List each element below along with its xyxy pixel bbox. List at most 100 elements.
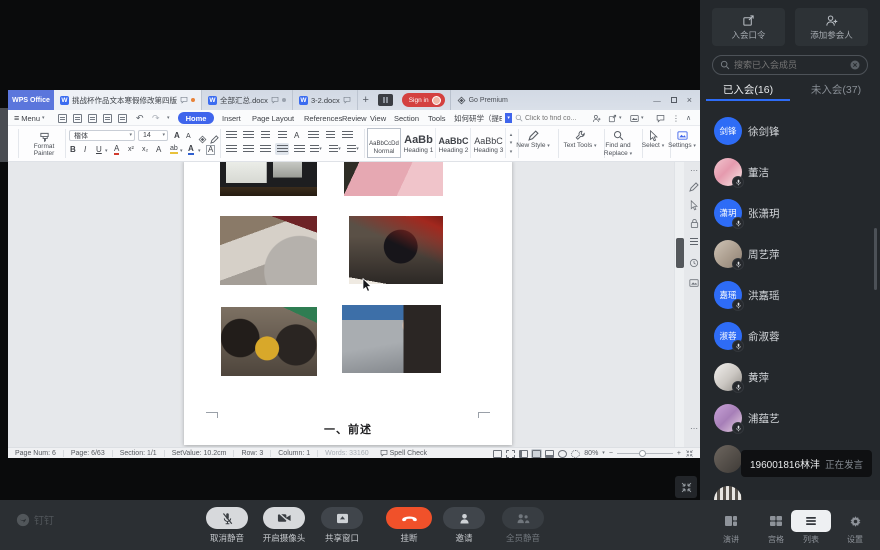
line-spacing-icon[interactable]: ▾ xyxy=(309,143,323,155)
show-marks-icon[interactable] xyxy=(323,129,337,141)
comment-panel-icon[interactable] xyxy=(656,110,665,126)
numbering-icon[interactable] xyxy=(241,129,255,141)
share-person-icon[interactable] xyxy=(592,110,601,126)
unmute-button[interactable]: 取消静音 xyxy=(197,507,257,544)
minimize-button[interactable]: — xyxy=(653,96,661,105)
eye-protect-icon[interactable] xyxy=(571,450,580,458)
tab-review[interactable]: Review xyxy=(342,110,367,126)
participant-row[interactable]: 董洁 xyxy=(700,155,880,196)
zoom-in-button[interactable]: + xyxy=(677,450,681,457)
history-icon[interactable]: ▾ xyxy=(630,110,644,126)
sort-icon[interactable] xyxy=(306,129,320,141)
view-list-button[interactable]: 列表 xyxy=(791,510,831,545)
document-scrollbar[interactable] xyxy=(674,162,684,447)
tab-page-layout[interactable]: Page Layout xyxy=(252,110,294,126)
export-icon[interactable] xyxy=(103,110,112,126)
strike-button[interactable]: A xyxy=(114,145,119,155)
add-participant-button[interactable]: 添加参会人 xyxy=(795,8,868,46)
char-shading-button[interactable]: A xyxy=(206,145,215,155)
sidebar-edit-icon[interactable] xyxy=(687,182,700,192)
page-thumb-icon[interactable] xyxy=(493,450,502,458)
tab-references[interactable]: References xyxy=(304,110,342,126)
find-command-search[interactable] xyxy=(515,110,595,126)
sidebar-history-icon[interactable] xyxy=(687,258,700,268)
align-right-icon[interactable] xyxy=(258,143,272,155)
participant-row[interactable] xyxy=(700,483,880,500)
clear-search-icon[interactable] xyxy=(850,60,860,70)
more-menu-icon[interactable]: ⋮ xyxy=(672,110,680,126)
doc-tab-3[interactable]: W 3-2.docx xyxy=(293,90,358,110)
participant-search[interactable] xyxy=(712,55,868,75)
font-name-select[interactable]: 楷体▾ xyxy=(69,130,135,141)
justify-icon[interactable] xyxy=(275,143,289,155)
decrease-indent-icon[interactable] xyxy=(258,129,272,141)
tab-not-joined[interactable]: 未入会(37) xyxy=(796,82,876,97)
collapse-ribbon-icon[interactable]: ∧ xyxy=(686,110,691,126)
new-tab-button[interactable]: + xyxy=(358,90,374,110)
tab-home[interactable]: Home xyxy=(178,112,214,124)
participant-row[interactable]: 浦蕴艺 xyxy=(700,401,880,442)
increase-indent-icon[interactable] xyxy=(275,129,289,141)
zoom-level[interactable]: 80% xyxy=(584,450,598,457)
bullets-icon[interactable] xyxy=(224,129,238,141)
participant-row[interactable]: 剑锋 徐剑锋 xyxy=(700,114,880,155)
share-window-button[interactable]: 共享窗口 xyxy=(312,507,372,544)
restore-button[interactable] xyxy=(671,97,677,103)
save-icon[interactable] xyxy=(73,110,82,126)
tab-section[interactable]: Section xyxy=(394,110,419,126)
superscript-button[interactable]: x² xyxy=(128,146,134,153)
quickbar-caret-icon[interactable]: ▾ xyxy=(167,110,170,126)
document-workspace[interactable]: 一、前述 ⋯ ⋯ xyxy=(8,162,700,447)
participant-row[interactable]: 黄萍 xyxy=(700,360,880,401)
sidebar-more-icon[interactable]: ⋯ xyxy=(687,166,700,175)
tab-custom-doc[interactable]: 如何研学（提E-S▾ xyxy=(454,110,512,126)
shading-icon[interactable]: ▾ xyxy=(328,143,342,155)
style-heading2[interactable]: AaBbC Heading 2 xyxy=(437,128,471,158)
hangup-button[interactable]: 挂断 xyxy=(379,507,439,544)
align-left-icon[interactable] xyxy=(224,143,238,155)
wipe-format-button[interactable]: A xyxy=(156,146,161,154)
grow-font-button[interactable]: A xyxy=(174,132,180,140)
tab-joined[interactable]: 已入会(16) xyxy=(708,82,788,97)
view-speaker-button[interactable]: 演讲 xyxy=(710,510,752,545)
doc-tab-1[interactable]: W 挑战杯作品文本寒假修改第四版 xyxy=(54,90,202,110)
font-color-button[interactable]: A xyxy=(188,145,194,155)
style-heading3[interactable]: AaBbC Heading 3 xyxy=(472,128,506,158)
mute-all-button[interactable]: 全员静音 xyxy=(493,507,553,544)
sign-in-button[interactable]: Sign in xyxy=(402,93,445,107)
reader-mode-icon[interactable] xyxy=(558,450,567,458)
go-premium-button[interactable]: Go Premium xyxy=(450,90,514,110)
doc-tab-2[interactable]: W 全部汇总.docx xyxy=(202,90,293,110)
page-view-icon[interactable] xyxy=(532,450,541,458)
style-heading1[interactable]: AaBb Heading 1 xyxy=(402,128,436,158)
open-icon[interactable] xyxy=(58,110,67,126)
participant-row[interactable]: 周艺萍 xyxy=(700,237,880,278)
settings-button[interactable]: Settings ▾ xyxy=(660,129,700,150)
sidebar-image-icon[interactable] xyxy=(687,278,700,288)
settings-button-dock[interactable]: 设置 xyxy=(834,510,876,545)
participant-row[interactable]: 淑蓉 俞淑蓉 xyxy=(700,319,880,360)
align-center-icon[interactable] xyxy=(241,143,255,155)
highlight-button[interactable]: ab xyxy=(170,145,178,154)
tab-insert[interactable]: Insert xyxy=(222,110,241,126)
wps-office-button[interactable]: WPS Office xyxy=(8,90,54,110)
sidebar-outline-icon[interactable] xyxy=(687,238,700,247)
sidebar-bottom-more-icon[interactable]: ⋯ xyxy=(687,424,700,433)
char-scale-button[interactable]: A xyxy=(294,132,299,140)
document-page[interactable]: 一、前述 xyxy=(184,162,512,445)
zoom-slider[interactable] xyxy=(617,453,673,454)
close-button[interactable]: × xyxy=(687,95,692,105)
preview-icon[interactable] xyxy=(118,110,127,126)
bold-button[interactable]: B xyxy=(70,146,76,154)
scrollbar-thumb[interactable] xyxy=(676,238,684,268)
borders-icon[interactable]: ▾ xyxy=(346,143,360,155)
share-doc-icon[interactable]: ▾ xyxy=(608,110,622,126)
new-style-button[interactable]: New Style ▾ xyxy=(511,129,555,150)
subscript-button[interactable]: x₂ xyxy=(142,146,148,153)
shrink-font-button[interactable]: A xyxy=(186,133,191,140)
camera-on-button[interactable]: 开启摄像头 xyxy=(254,507,314,544)
undo-icon[interactable]: ↶ xyxy=(136,110,144,126)
style-normal[interactable]: AaBbCcDd Normal xyxy=(367,128,401,158)
table-icon[interactable] xyxy=(340,129,354,141)
meeting-code-button[interactable]: 入会口令 xyxy=(712,8,785,46)
